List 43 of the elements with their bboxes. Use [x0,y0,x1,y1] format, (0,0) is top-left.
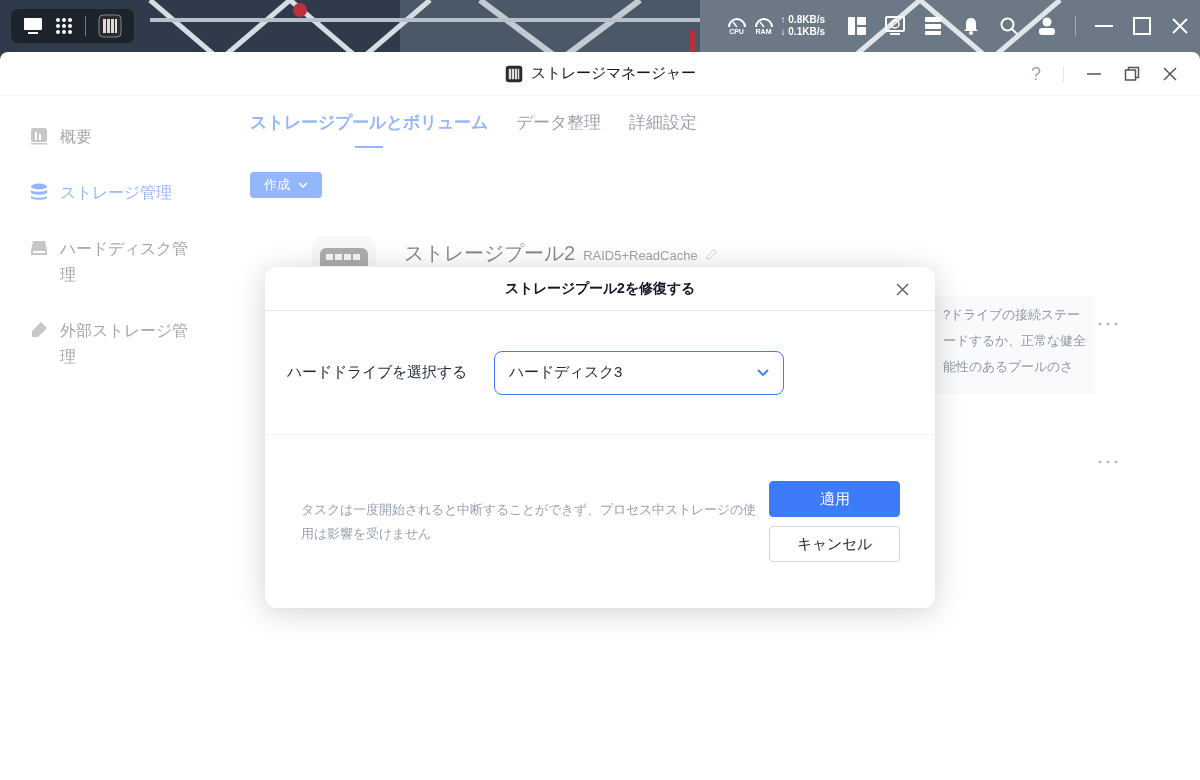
server-list-icon[interactable] [923,16,943,36]
maximize-icon[interactable] [1132,16,1152,36]
notice-text: ?ドライブの接続ステー [943,305,1081,324]
close-icon[interactable] [1162,66,1178,82]
user-icon[interactable] [1037,16,1057,36]
restore-icon[interactable] [1124,66,1140,82]
app-grid-icon[interactable] [55,17,73,35]
search-icon[interactable] [999,16,1019,36]
field-label: ハードドライブを選択する [287,362,467,383]
tab[interactable]: ストレージプールとボリューム [250,110,488,148]
storage-app-icon[interactable] [98,14,122,38]
gauge-icon [753,17,774,28]
sidebar-item[interactable]: 外部ストレージ管理 [30,310,220,378]
create-button[interactable]: 作成 [250,171,322,198]
storage-app-icon [504,64,523,83]
window-title: ストレージマネージャー [530,63,696,84]
tab[interactable]: データ整理 [516,110,601,148]
storage-pool-icon [312,235,376,266]
sidebar-item[interactable]: 概要 [30,116,220,158]
notice-text: 能性のあるプールのさ [943,357,1073,376]
chevron-down-icon [757,369,769,376]
pool-name: ストレージプール2 [404,240,576,266]
widget-panel-icon[interactable] [847,16,867,36]
notice-text: ードするか、正常な健全 [943,331,1086,350]
apply-button[interactable]: 適用 [769,481,900,517]
help-button[interactable]: ? [1031,65,1041,83]
close-icon[interactable] [1170,16,1190,36]
upload-speed: ↑ 0.8KB/s [780,14,825,26]
database-icon [30,183,48,201]
tab[interactable]: 詳細設定 [629,110,697,148]
globe-monitor-icon[interactable] [885,16,905,36]
sidebar-item[interactable]: ストレージ管理 [30,172,220,214]
raid-label: RAID5+ReadCache [583,246,698,265]
sidebar-item[interactable]: ハードディスク管理 [30,228,220,296]
cancel-button[interactable]: キャンセル [769,526,900,562]
monitor-icon[interactable] [23,17,43,35]
download-speed: ↓ 0.1KB/s [780,26,825,38]
close-icon[interactable] [896,283,909,296]
chevron-down-icon [298,181,308,188]
gauge-icon [726,17,747,28]
bar-chart-icon [30,127,48,145]
drive-select[interactable]: ハードディスク3 [494,350,784,395]
dialog-title: ストレージプール2を修復する [505,279,695,298]
